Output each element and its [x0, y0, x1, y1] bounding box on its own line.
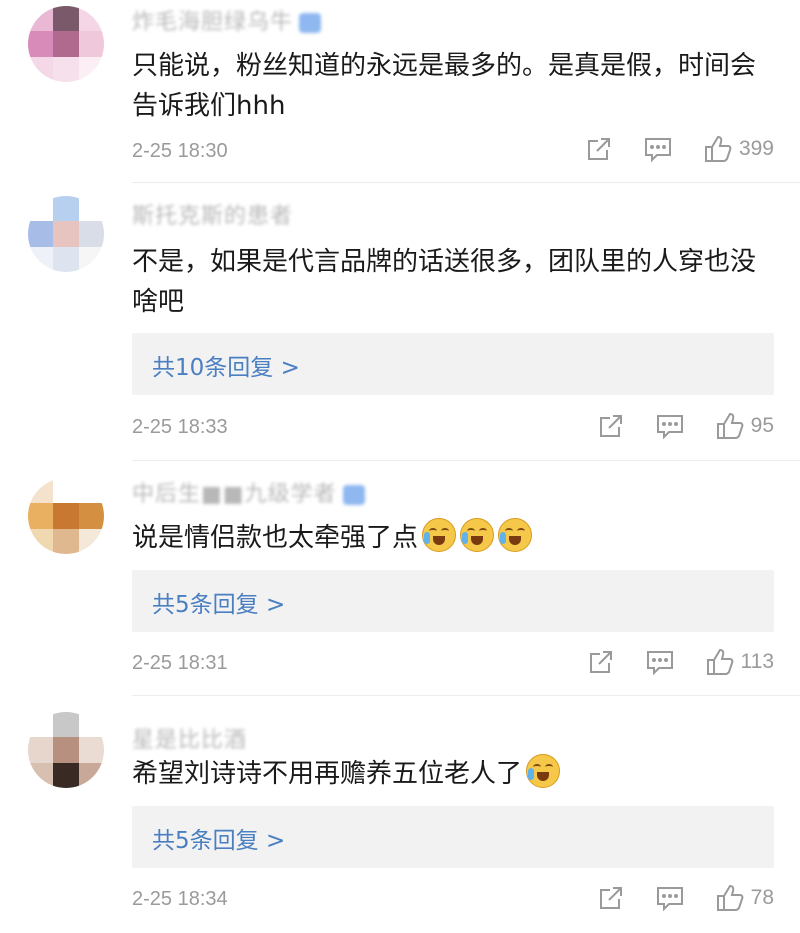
thumbs-up-icon: [716, 884, 744, 911]
comment-text-body: 希望刘诗诗不用再赡养五位老人了: [132, 759, 523, 789]
comment-time: 2-25 18:30: [132, 140, 228, 162]
username[interactable]: 星是比比酒: [132, 722, 247, 754]
replies-box[interactable]: 共10条回复 >: [132, 333, 774, 395]
comment-text: 只能说，粉丝知道的永远是最多的。是真是假，时间会告诉我们hhh: [132, 51, 757, 121]
avatar[interactable]: [28, 478, 104, 554]
share-icon: [599, 887, 622, 909]
view-replies-link[interactable]: 共5条回复 >: [152, 585, 285, 619]
comment-text-body: 说是情侣款也太牵强了点: [132, 523, 419, 553]
share-button[interactable]: [597, 412, 625, 440]
comment-actions: 78: [597, 883, 774, 913]
avatar[interactable]: [28, 712, 104, 788]
comment-text: 不是，如果是代言品牌的话送很多，团队里的人穿也没啥吧: [132, 247, 757, 317]
divider: [132, 695, 800, 696]
crying-laughing-emoji-icon: [422, 518, 457, 552]
share-icon: [589, 651, 612, 673]
comment-button[interactable]: [643, 135, 673, 163]
username-text[interactable]: 斯托克斯的患者: [132, 204, 293, 229]
like-button[interactable]: 78: [715, 883, 774, 913]
comment-time: 2-25 18:34: [132, 888, 228, 910]
username-text[interactable]: 星是比比酒: [132, 728, 247, 753]
share-button[interactable]: [585, 135, 613, 163]
crying-laughing-emoji-icon: [526, 754, 561, 788]
comment-icon: [646, 651, 673, 676]
like-count: 78: [750, 886, 774, 909]
comment-actions: 95: [597, 411, 774, 441]
replies-box[interactable]: 共5条回复 >: [132, 806, 774, 868]
view-replies-link[interactable]: 共10条回复 >: [152, 348, 300, 382]
comment-actions: 399: [585, 134, 774, 164]
comment-actions: 113: [587, 647, 774, 677]
like-button[interactable]: 95: [715, 411, 774, 441]
comment-button[interactable]: [645, 648, 675, 676]
username-text[interactable]: 炸毛海胆绿乌牛: [132, 10, 293, 35]
divider: [132, 182, 800, 183]
thumbs-up-icon: [706, 648, 733, 675]
member-badge: [299, 13, 322, 33]
member-badge: [342, 485, 365, 505]
comment-icon: [656, 887, 683, 912]
comment-button[interactable]: [655, 884, 685, 912]
comment-text: 说是情侣款也太牵强了点: [132, 518, 772, 558]
comment-time: 2-25 18:31: [132, 652, 228, 674]
crying-laughing-emoji-icon: [498, 518, 533, 552]
username-text[interactable]: 中后生■■九级学者: [132, 482, 337, 507]
like-count: 95: [750, 414, 774, 437]
replies-box[interactable]: 共5条回复 >: [132, 570, 774, 632]
share-button[interactable]: [587, 648, 615, 676]
view-replies-link[interactable]: 共5条回复 >: [152, 821, 285, 855]
share-icon: [587, 138, 610, 160]
comment-text: 希望刘诗诗不用再赡养五位老人了: [132, 754, 772, 794]
like-count: 399: [738, 137, 774, 160]
divider: [132, 460, 800, 461]
like-count: 113: [740, 650, 774, 673]
like-button[interactable]: 113: [705, 647, 774, 677]
username[interactable]: 炸毛海胆绿乌牛: [132, 4, 322, 36]
comment-time: 2-25 18:33: [132, 416, 228, 438]
username[interactable]: 中后生■■九级学者: [132, 476, 365, 508]
comment-icon: [656, 415, 683, 440]
avatar[interactable]: [28, 196, 104, 272]
comment-button[interactable]: [655, 412, 685, 440]
thumbs-up-icon: [716, 412, 744, 439]
thumbs-up-icon: [704, 135, 732, 162]
username[interactable]: 斯托克斯的患者: [132, 198, 293, 230]
avatar[interactable]: [28, 6, 104, 82]
crying-laughing-emoji-icon: [460, 518, 495, 552]
like-button[interactable]: 399: [703, 134, 774, 164]
share-icon: [599, 415, 622, 437]
comment-icon: [644, 138, 671, 163]
share-button[interactable]: [597, 884, 625, 912]
